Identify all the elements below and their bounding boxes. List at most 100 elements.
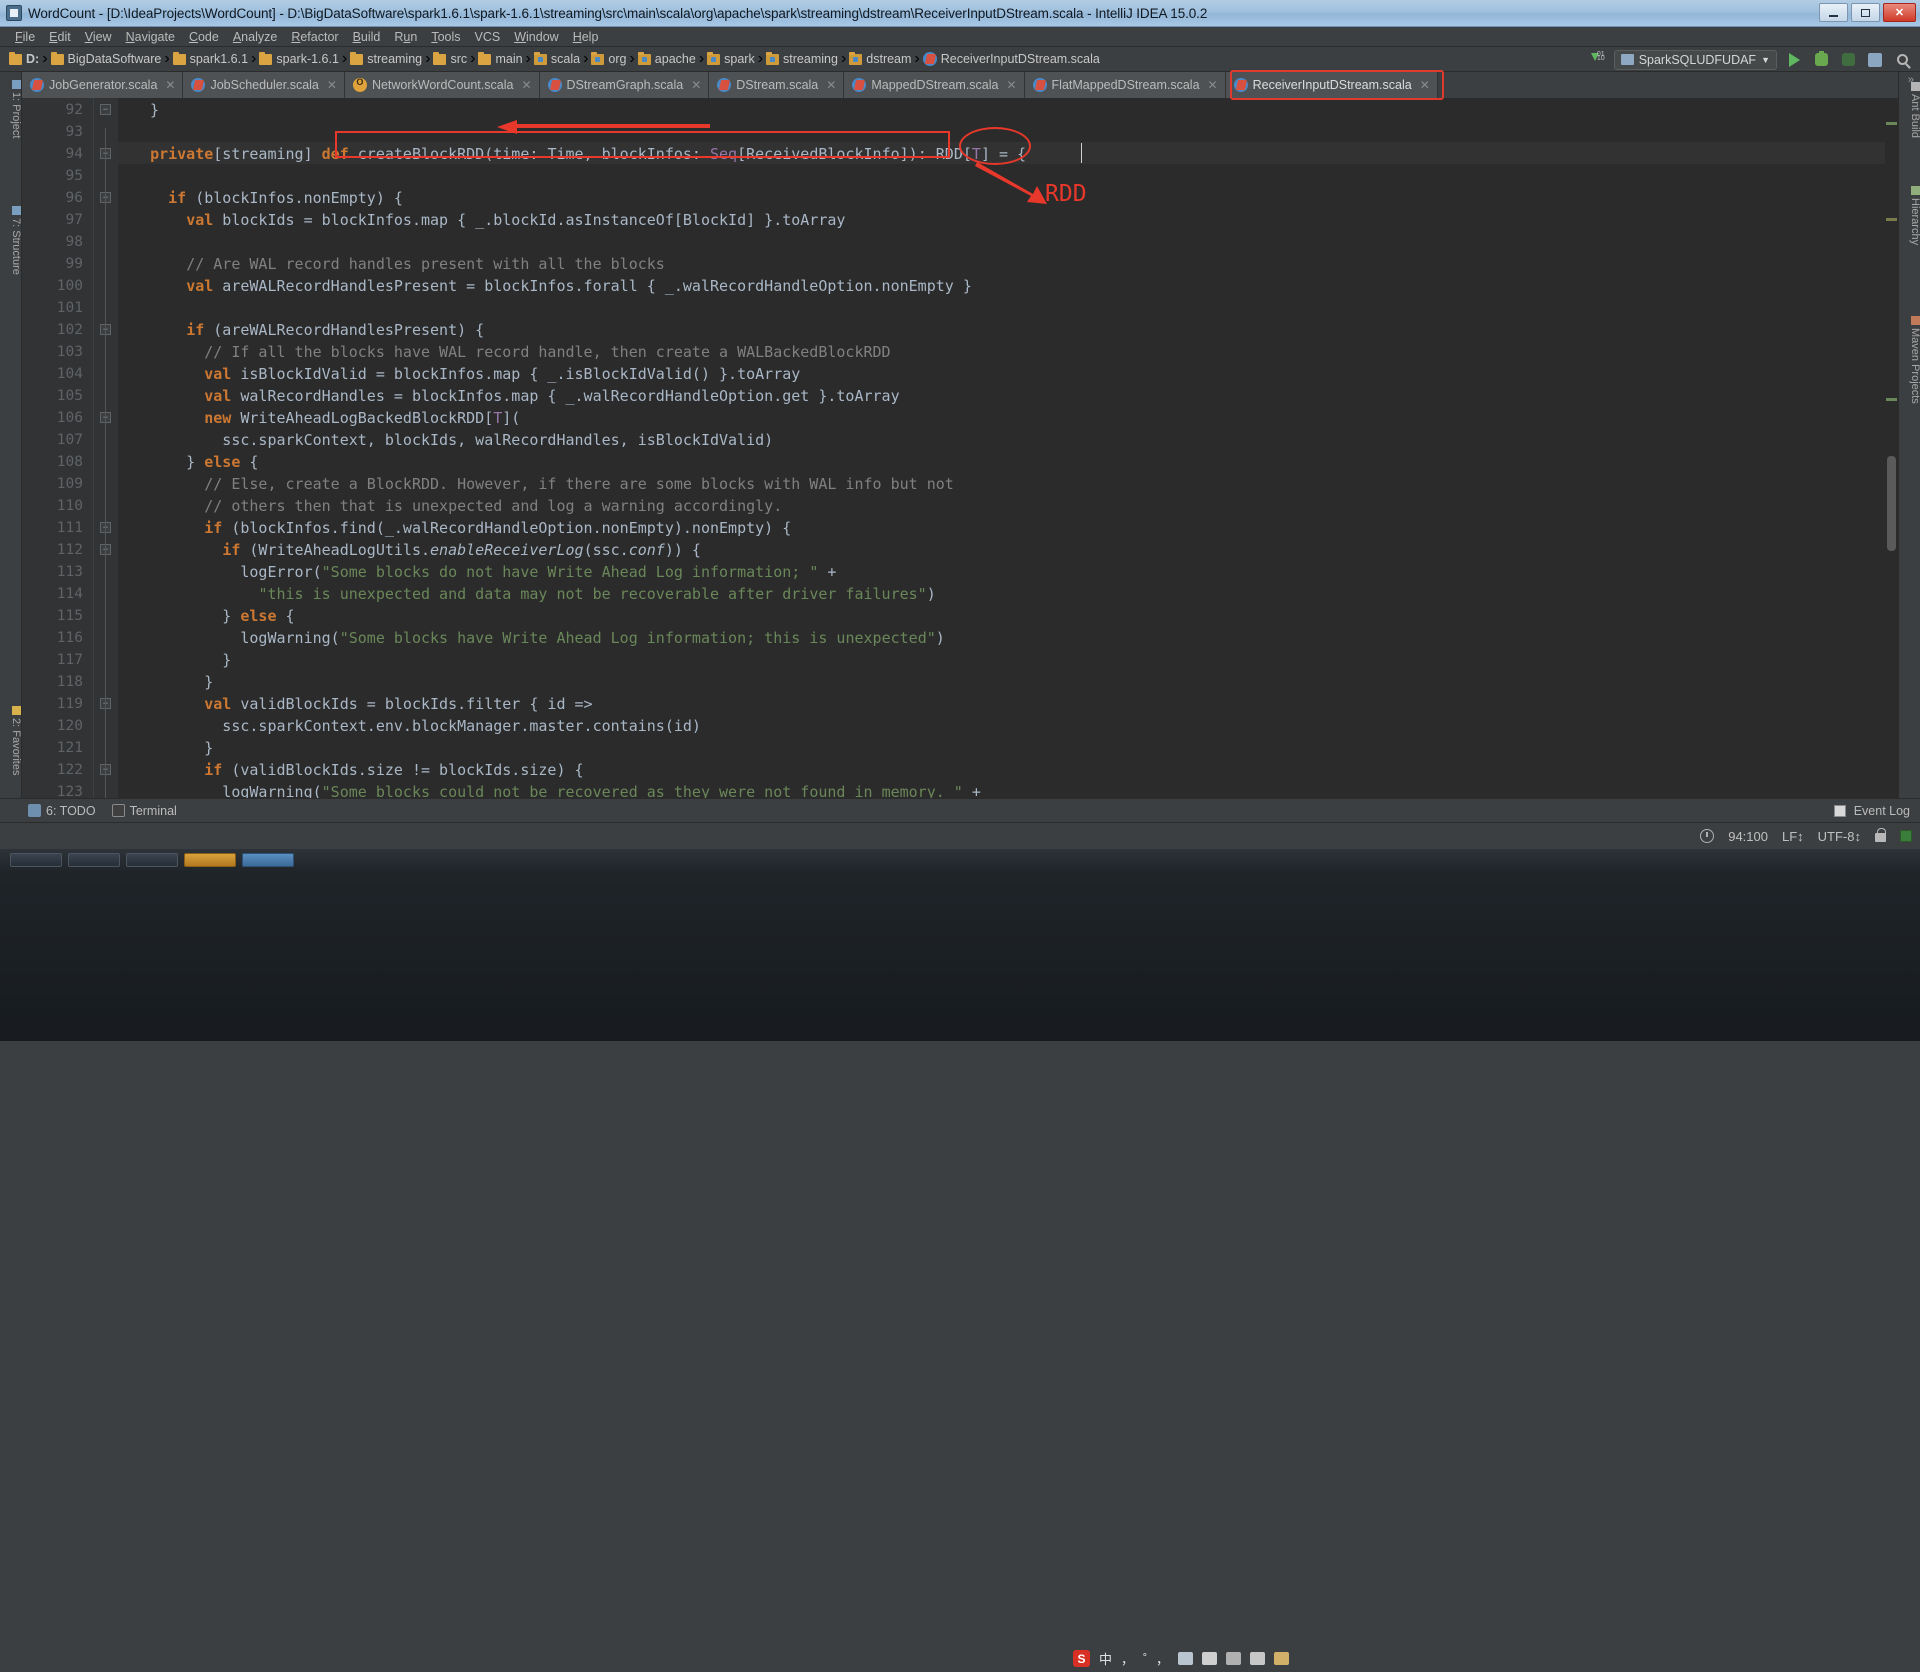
editor-tab-networkwordcount[interactable]: NetworkWordCount.scala ✕ [344,72,540,98]
breadcrumb-item-src[interactable]: src [430,51,470,67]
read-only-lock-icon[interactable] [1875,828,1886,842]
menu-item-file[interactable]: File [8,29,42,45]
taskbar-item[interactable] [184,853,236,867]
breadcrumb-item-streaming[interactable]: streaming [347,51,425,67]
breadcrumb-item-spark1-6-1[interactable]: spark1.6.1 [170,51,251,67]
sidebar-item-structure[interactable]: 7: Structure [0,202,22,279]
menu-item-refactor[interactable]: Refactor [284,29,345,45]
navigation-bar[interactable]: D: › BigDataSoftware › spark1.6.1 › spark-1.6.… [0,47,1920,72]
close-icon[interactable]: ✕ [1006,78,1016,92]
minimize-button[interactable] [1819,3,1848,22]
sidebar-item-project[interactable]: 1: Project [0,76,22,142]
tab-overflow-button[interactable]: » [1908,74,1914,86]
code-line[interactable]: } [132,99,159,121]
breadcrumb-item-streaming[interactable]: streaming [763,51,841,67]
menu-bar[interactable]: File Edit View Navigate Code Analyze Refactor B… [0,27,1920,47]
menu-item-edit[interactable]: Edit [42,29,78,45]
marker-stripe[interactable] [1886,398,1897,401]
breadcrumb-item-apache[interactable]: apache [635,51,699,67]
code-line[interactable]: } [132,737,213,759]
breadcrumb-item-receiverinputdstream-scala[interactable]: ReceiverInputDStream.scala [920,51,1103,67]
status-bar-right[interactable]: 94:100 LF↕ UTF-8↕ [1700,828,1912,844]
menu-item-run[interactable]: Run [387,29,424,45]
umbrella-icon[interactable] [1226,1652,1242,1665]
menu-item-analyze[interactable]: Analyze [226,29,284,45]
maximize-button[interactable] [1851,3,1880,22]
breadcrumb-item-bigdatasoftware[interactable]: BigDataSoftware [48,51,165,67]
menu-item-help[interactable]: Help [566,29,606,45]
menu-item-window[interactable]: Window [507,29,565,45]
taskbar-item[interactable] [68,853,120,867]
code-line[interactable]: } [132,671,213,693]
right-tool-window-bar[interactable]: Ant Build Hierarchy Maven Projects [1898,72,1920,798]
marker-stripe[interactable] [1886,218,1897,221]
code-line[interactable]: val validBlockIds = blockIds.filter { id… [132,693,592,715]
breadcrumb-item-scala[interactable]: scala [531,51,583,67]
menu-item-build[interactable]: Build [346,29,388,45]
project-structure-button[interactable] [1865,50,1885,70]
code-line[interactable]: val isBlockIdValid = blockInfos.map { _.… [132,363,800,385]
scrollbar-thumb[interactable] [1887,456,1896,551]
breadcrumb-item-org[interactable]: org [588,51,629,67]
code-line[interactable]: logError("Some blocks do not have Write … [132,561,836,583]
code-line[interactable]: val blockIds = blockInfos.map { _.blockI… [132,209,845,231]
tool-window-status-bar[interactable]: 6: TODO Terminal Event Log [0,798,1920,822]
code-line[interactable]: if (validBlockIds.size != blockIds.size)… [132,759,583,781]
menu-item-code[interactable]: Code [182,29,226,45]
code-line[interactable]: if (areWALRecordHandlesPresent) { [132,319,484,341]
editor-tab-receiverinputdstream[interactable]: ReceiverInputDStream.scala ✕ [1225,72,1438,98]
editor-vertical-scrollbar[interactable] [1885,98,1898,798]
code-line[interactable]: // Else, create a BlockRDD. However, if … [132,473,954,495]
code-line[interactable]: // Are WAL record handles present with a… [132,253,665,275]
editor-tab-jobgenerator[interactable]: JobGenerator.scala ✕ [22,72,184,98]
code-line[interactable]: // If all the blocks have WAL record han… [132,341,890,363]
close-icon[interactable]: ✕ [1420,78,1430,92]
chevron-down-icon[interactable]: ▼ [1761,55,1770,65]
ime-tray[interactable]: S 中 ， ゜， [1065,1645,1297,1672]
run-with-coverage-button[interactable] [1838,50,1858,70]
editor-tab-dstreamgraph[interactable]: DStreamGraph.scala ✕ [539,72,710,98]
code-line[interactable]: if (blockInfos.find(_.walRecordHandleOpt… [132,517,791,539]
taskbar-item[interactable] [242,853,294,867]
caret-position[interactable]: 94:100 [1728,829,1768,844]
memory-indicator[interactable] [1900,830,1912,842]
code-line[interactable]: if (WriteAheadLogUtils.enableReceiverLog… [132,539,701,561]
editor-tab-mappeddstream[interactable]: MappedDStream.scala ✕ [844,72,1025,98]
code-line[interactable]: val walRecordHandles = blockInfos.map { … [132,385,899,407]
code-line[interactable]: "this is unexpected and data may not be … [132,583,935,605]
keyboard-icon[interactable] [1178,1652,1194,1665]
menu-item-tools[interactable]: Tools [424,29,467,45]
update-project-icon[interactable]: 01 10 [1587,50,1607,70]
toolbox-icon[interactable] [1202,1652,1218,1665]
marker-stripe[interactable] [1886,122,1897,125]
code-line[interactable]: logWarning("Some blocks could not be rec… [132,781,981,798]
code-editor[interactable]: 92 93 94 95 96 97 98 99 100 101 102 103 104 105 106 107… [22,98,1898,798]
close-icon[interactable]: ✕ [521,78,531,92]
menu-item-navigate[interactable]: Navigate [119,29,182,45]
run-configuration-selector[interactable]: SparkSQLUDFUDAF ▼ [1613,49,1777,70]
ime-mode-label[interactable]: 中 [1099,1649,1112,1668]
code-line[interactable]: // others then that is unexpected and lo… [132,495,782,517]
breadcrumb-item-main[interactable]: main [475,51,525,67]
breadcrumb-item-d-[interactable]: D: [6,51,42,67]
code-line[interactable]: val areWALRecordHandlesPresent = blockIn… [132,275,972,297]
code-line[interactable]: ssc.sparkContext, blockIds, walRecordHan… [132,429,773,451]
editor-tab-flatmappeddstream[interactable]: FlatMappedDStream.scala ✕ [1024,72,1226,98]
code-line[interactable]: } else { [132,605,294,627]
event-log-button[interactable]: Event Log [1833,804,1910,818]
close-icon[interactable]: ✕ [165,78,175,92]
line-number-gutter[interactable]: 92 93 94 95 96 97 98 99 100 101 102 103 104 105 106 107… [22,98,94,798]
breadcrumb-item-spark[interactable]: spark [704,51,758,67]
tab-overflow-controls[interactable]: » [1908,74,1914,86]
code-line[interactable]: } else { [132,451,258,473]
ime-shape-label[interactable]: ゜， [1143,1649,1169,1668]
code-line[interactable]: private[streaming] def createBlockRDD(ti… [132,143,1026,165]
pencil-icon[interactable] [1274,1652,1290,1665]
sidebar-item-favorites[interactable]: 2: Favorites [0,702,22,779]
breadcrumb-item-spark-1-6-1[interactable]: spark-1.6.1 [256,51,342,67]
menu-item-vcs[interactable]: VCS [468,29,508,45]
code-line[interactable]: if (blockInfos.nonEmpty) { [132,187,403,209]
code-line[interactable]: new WriteAheadLogBackedBlockRDD[T]( [132,407,520,429]
close-icon[interactable]: ✕ [327,78,337,92]
code-line[interactable]: ssc.sparkContext.env.blockManager.master… [132,715,701,737]
